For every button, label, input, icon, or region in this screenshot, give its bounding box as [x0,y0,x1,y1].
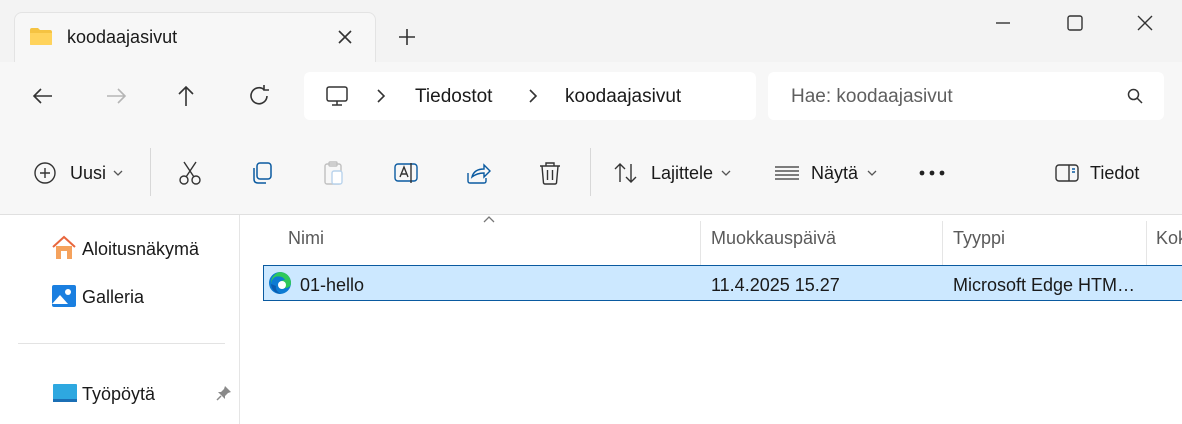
close-window-icon[interactable] [1132,10,1158,36]
sort-label: Lajittele [651,163,714,183]
breadcrumb-tiedostot[interactable]: Tiedostot [415,86,492,108]
gallery-icon [52,285,76,307]
new-label: Uusi [70,163,107,183]
column-divider[interactable] [700,221,701,265]
column-header-type[interactable]: Tyyppi [953,228,1005,249]
tab-koodaajasivut[interactable]: koodaajasivut [14,12,376,62]
maximize-icon[interactable] [1062,10,1088,36]
sidebar-item-label: Työpöytä [82,384,156,404]
details-label: Tiedot [1090,163,1140,183]
up-icon[interactable] [171,81,201,111]
file-modified: 11.4.2025 15.27 [711,275,840,295]
sidebar-divider [18,343,225,344]
file-type: Microsoft Edge HTM… [953,275,1136,295]
copy-icon[interactable] [248,159,276,187]
folder-icon [30,28,52,45]
column-header-size[interactable]: Koko [1156,228,1182,249]
desktop-icon [53,384,77,402]
sidebar-item-label: Aloitusnäkymä [82,239,200,259]
rename-icon[interactable] [392,159,420,187]
file-name: 01-hello [300,275,365,295]
sidebar-item-aloitusnakyma[interactable]: Aloitusnäkymä [50,234,220,262]
address-bar[interactable]: Tiedostot koodaajasivut [304,72,756,120]
sort-icon [614,163,637,183]
search-placeholder[interactable]: Hae: koodaajasivut [791,86,953,108]
search-box[interactable]: Hae: koodaajasivut [768,72,1164,120]
chevron-right-icon[interactable] [524,87,542,105]
column-divider[interactable] [1146,221,1147,265]
plus-circle-icon [34,162,56,184]
chevron-down-icon [867,170,877,176]
forward-icon[interactable] [101,81,131,111]
search-icon[interactable] [1126,87,1144,105]
separator [150,148,151,196]
details-pane-icon [1055,164,1079,182]
details-button[interactable]: Tiedot [1054,160,1154,188]
new-tab-icon[interactable] [394,24,420,50]
column-header-modified[interactable]: Muokkauspäivä [711,228,836,249]
back-icon[interactable] [28,81,58,111]
view-label: Näytä [811,163,859,183]
list-view-icon [775,166,799,180]
sidebar-item-galleria[interactable]: Galleria [50,282,220,310]
more-options-icon[interactable] [916,162,948,184]
refresh-icon[interactable] [244,81,274,111]
sidebar-item-label: Galleria [82,287,145,307]
column-header-size-clip[interactable]: Koko [1156,228,1182,252]
separator [590,148,591,196]
pin-icon[interactable] [215,384,233,402]
computer-icon[interactable] [324,83,350,109]
cut-icon[interactable] [176,159,204,187]
chevron-right-icon[interactable] [372,87,390,105]
sort-button[interactable]: Lajittele [612,160,740,188]
paste-icon[interactable] [320,159,348,187]
new-button[interactable]: Uusi [32,160,132,188]
share-icon[interactable] [464,159,492,187]
edge-icon [269,272,291,294]
sidebar-item-tyopoyta[interactable]: Työpöytä [50,380,236,408]
tab-title: koodaajasivut [67,27,178,47]
chevron-down-icon [721,170,731,176]
view-button[interactable]: Näytä [774,160,884,188]
chevron-down-icon [113,170,123,176]
home-icon [52,235,76,259]
breadcrumb-koodaajasivut[interactable]: koodaajasivut [565,86,681,108]
column-divider[interactable] [942,221,943,265]
minimize-icon[interactable] [988,10,1018,36]
sort-ascending-icon [483,216,495,223]
column-header-name[interactable]: Nimi [288,228,324,249]
close-tab-icon[interactable] [333,25,357,49]
delete-icon[interactable] [536,159,564,187]
